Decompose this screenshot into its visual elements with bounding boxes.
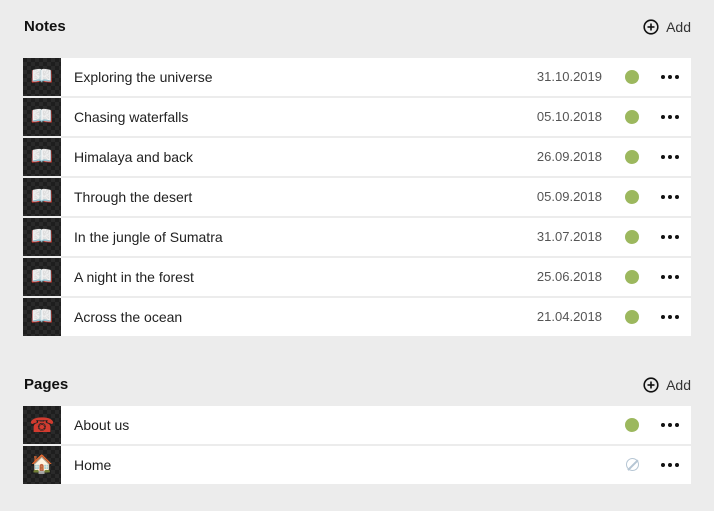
- list-item[interactable]: 📖 Himalaya and back 26.09.2018: [23, 138, 691, 178]
- status-disabled-icon[interactable]: [626, 458, 639, 471]
- add-page-label: Add: [666, 377, 691, 393]
- list-item[interactable]: 📖 Across the ocean 21.04.2018: [23, 298, 691, 336]
- note-date: 31.07.2018: [536, 229, 602, 244]
- notes-section: Notes Add 📖 Exploring the universe 31.10…: [23, 18, 691, 336]
- notes-list: 📖 Exploring the universe 31.10.2019 📖 Ch…: [23, 58, 691, 336]
- note-date: 05.09.2018: [536, 189, 602, 204]
- note-title[interactable]: Exploring the universe: [74, 58, 213, 96]
- notes-header: Notes Add: [23, 18, 691, 58]
- open-book-icon: 📖: [23, 218, 61, 256]
- more-dots-icon[interactable]: [661, 69, 679, 85]
- open-book-icon: 📖: [23, 138, 61, 176]
- telephone-icon: ☎: [23, 406, 61, 444]
- note-date: 31.10.2019: [536, 69, 602, 84]
- more-dots-icon[interactable]: [661, 109, 679, 125]
- open-book-icon: 📖: [23, 298, 61, 336]
- plus-circle-icon: [643, 19, 659, 35]
- list-item[interactable]: ☎ About us: [23, 406, 691, 446]
- open-book-icon: 📖: [23, 258, 61, 296]
- more-dots-icon[interactable]: [661, 309, 679, 325]
- open-book-icon: 📖: [23, 58, 61, 96]
- note-date: 25.06.2018: [536, 269, 602, 284]
- list-item[interactable]: 📖 Chasing waterfalls 05.10.2018: [23, 98, 691, 138]
- note-title[interactable]: In the jungle of Sumatra: [74, 218, 223, 256]
- page-title[interactable]: About us: [74, 406, 129, 444]
- list-item[interactable]: 📖 A night in the forest 25.06.2018: [23, 258, 691, 298]
- notes-title: Notes: [24, 18, 66, 35]
- pages-list: ☎ About us 🏠 Home: [23, 406, 691, 484]
- add-note-label: Add: [666, 19, 691, 35]
- status-published-icon[interactable]: [625, 418, 639, 432]
- more-dots-icon[interactable]: [661, 189, 679, 205]
- plus-circle-icon: [643, 377, 659, 393]
- pages-section: Pages Add ☎ About us 🏠 Home: [23, 376, 691, 484]
- status-published-icon[interactable]: [625, 190, 639, 204]
- more-dots-icon[interactable]: [661, 149, 679, 165]
- more-dots-icon[interactable]: [661, 269, 679, 285]
- list-item[interactable]: 📖 In the jungle of Sumatra 31.07.2018: [23, 218, 691, 258]
- status-published-icon[interactable]: [625, 110, 639, 124]
- list-item[interactable]: 📖 Exploring the universe 31.10.2019: [23, 58, 691, 98]
- note-title[interactable]: Through the desert: [74, 178, 192, 216]
- note-date: 21.04.2018: [536, 309, 602, 324]
- status-published-icon[interactable]: [625, 310, 639, 324]
- house-icon: 🏠: [23, 446, 61, 484]
- note-title[interactable]: Across the ocean: [74, 298, 182, 336]
- add-page-button[interactable]: Add: [643, 376, 691, 394]
- add-note-button[interactable]: Add: [643, 18, 691, 36]
- page-title[interactable]: Home: [74, 446, 111, 484]
- open-book-icon: 📖: [23, 98, 61, 136]
- more-dots-icon[interactable]: [661, 417, 679, 433]
- note-date: 26.09.2018: [536, 149, 602, 164]
- note-title[interactable]: Himalaya and back: [74, 138, 193, 176]
- open-book-icon: 📖: [23, 178, 61, 216]
- note-date: 05.10.2018: [536, 109, 602, 124]
- status-published-icon[interactable]: [625, 230, 639, 244]
- list-item[interactable]: 🏠 Home: [23, 446, 691, 484]
- pages-header: Pages Add: [23, 376, 691, 406]
- list-item[interactable]: 📖 Through the desert 05.09.2018: [23, 178, 691, 218]
- pages-title: Pages: [24, 376, 69, 393]
- more-dots-icon[interactable]: [661, 457, 679, 473]
- note-title[interactable]: A night in the forest: [74, 258, 194, 296]
- status-published-icon[interactable]: [625, 270, 639, 284]
- status-published-icon[interactable]: [625, 150, 639, 164]
- more-dots-icon[interactable]: [661, 229, 679, 245]
- note-title[interactable]: Chasing waterfalls: [74, 98, 188, 136]
- status-published-icon[interactable]: [625, 70, 639, 84]
